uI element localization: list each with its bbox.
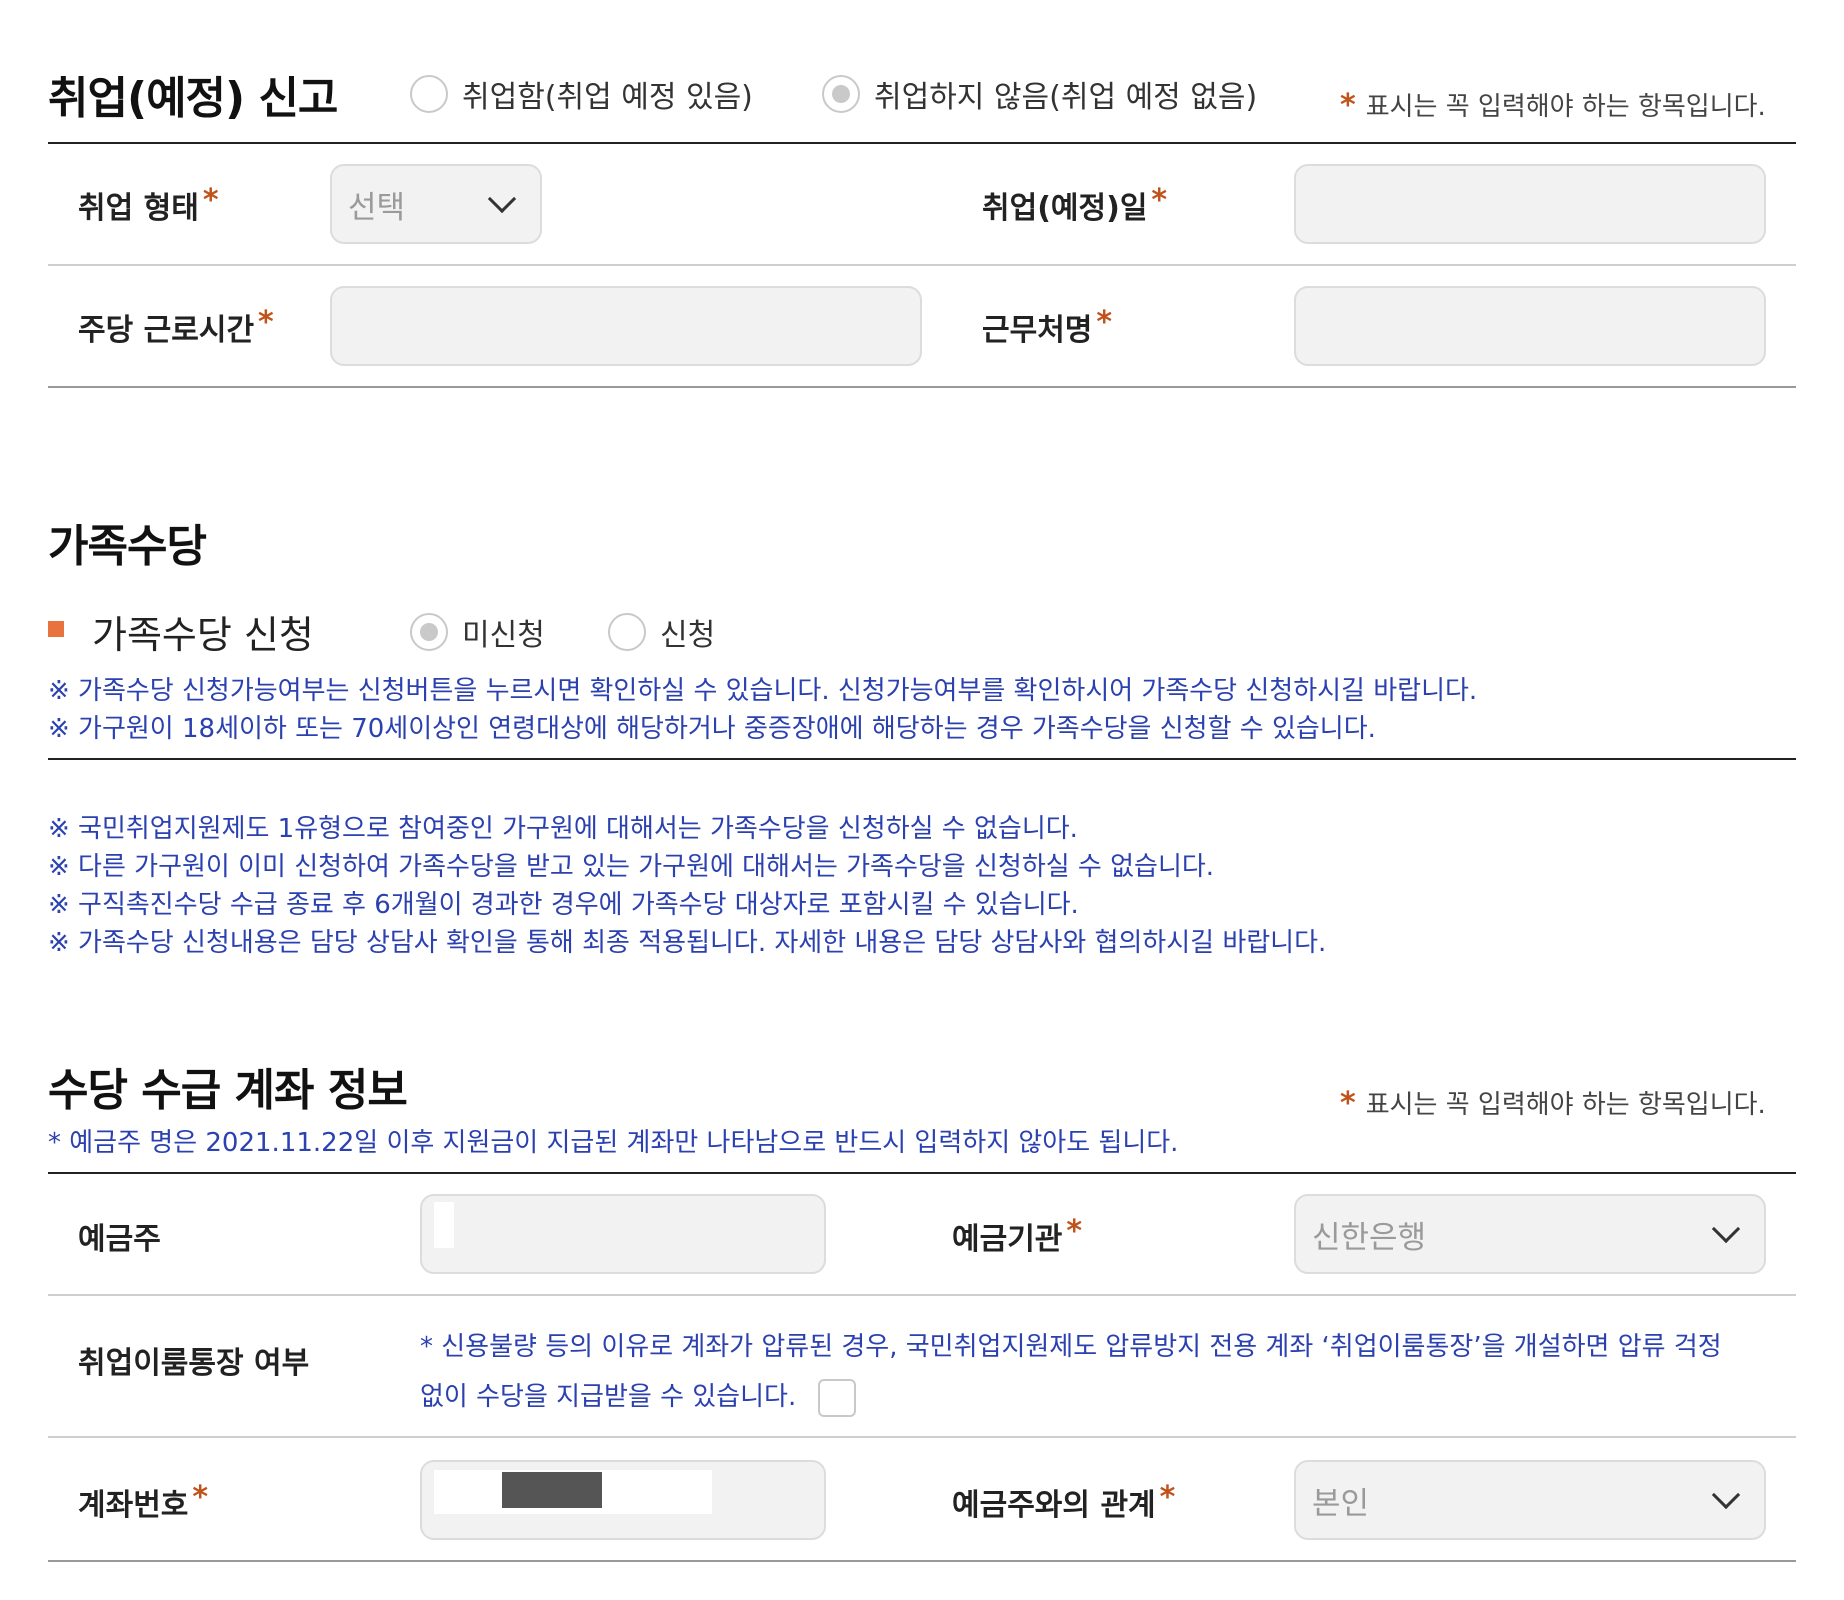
- radio-employed-circle[interactable]: [410, 75, 448, 113]
- divider: [48, 1172, 1796, 1174]
- employment-section-title: 취업(예정) 신고: [48, 73, 338, 124]
- required-star-icon: *: [192, 1480, 209, 1515]
- chevron-down-icon: [487, 184, 517, 214]
- holder-label: 예금주: [78, 1222, 161, 1257]
- account-number-label-text: 계좌번호: [78, 1488, 189, 1523]
- family-note-2: ※ 가구원이 18세이하 또는 70세이상인 연령대상에 해당하거나 중증장애에…: [48, 714, 1376, 744]
- required-note: * 표시는 꼭 입력해야 하는 항목입니다.: [1340, 1084, 1766, 1121]
- required-star-icon: *: [1066, 1214, 1083, 1249]
- chevron-down-icon: [1711, 1480, 1741, 1510]
- required-star-icon: *: [1159, 1480, 1176, 1515]
- required-star-icon: *: [1151, 183, 1168, 218]
- radio-family-applied[interactable]: 신청: [608, 610, 715, 654]
- workplace-label-text: 근무처명: [982, 313, 1093, 348]
- required-star-icon: *: [258, 305, 274, 340]
- required-note: * 표시는 꼭 입력해야 하는 항목입니다.: [1340, 86, 1766, 123]
- divider: [48, 142, 1796, 144]
- holder-input[interactable]: [420, 1194, 826, 1274]
- radio-family-applied-circle[interactable]: [608, 613, 646, 651]
- radio-family-not-applied-label: 미신청: [462, 618, 545, 653]
- bank-label: 예금기관 *: [952, 1214, 1082, 1258]
- required-note-text: 표시는 꼭 입력해야 하는 항목입니다.: [1365, 92, 1766, 122]
- relation-label-text: 예금주와의 관계: [952, 1488, 1156, 1523]
- employment-type-value: 선택: [348, 189, 406, 226]
- divider: [48, 264, 1796, 266]
- job-account-label: 취업이룸통장 여부: [78, 1346, 310, 1381]
- bullet-square-icon: [48, 621, 64, 637]
- divider: [48, 1436, 1796, 1438]
- family-note-5: ※ 구직촉진수당 수급 종료 후 6개월이 경과한 경우에 가족수당 대상자로 …: [48, 890, 1079, 920]
- required-star-icon: *: [1340, 1086, 1356, 1121]
- bank-select[interactable]: 신한은행: [1294, 1194, 1766, 1274]
- masked-text: [434, 1202, 454, 1248]
- required-star-icon: *: [1096, 305, 1113, 340]
- radio-family-applied-label: 신청: [660, 618, 716, 653]
- radio-not-employed[interactable]: 취업하지 않음(취업 예정 없음): [822, 72, 1257, 116]
- relation-label: 예금주와의 관계 *: [952, 1480, 1175, 1524]
- employment-type-label: 취업 형태 *: [78, 183, 219, 227]
- employment-type-select[interactable]: 선택: [330, 164, 542, 244]
- family-apply-subtitle: 가족수당 신청: [92, 613, 314, 657]
- divider: [48, 1294, 1796, 1296]
- radio-employed[interactable]: 취업함(취업 예정 있음): [410, 72, 753, 116]
- family-note-6: ※ 가족수당 신청내용은 담당 상담사 확인을 통해 최종 적용됩니다. 자세한…: [48, 928, 1327, 958]
- relation-value: 본인: [1312, 1485, 1370, 1522]
- workplace-label: 근무처명 *: [982, 305, 1112, 349]
- workplace-input[interactable]: [1294, 286, 1766, 366]
- employment-date-label-text: 취업(예정)일: [982, 191, 1148, 226]
- divider: [48, 758, 1796, 760]
- required-note-text: 표시는 꼭 입력해야 하는 항목입니다.: [1365, 1090, 1766, 1120]
- radio-not-employed-circle[interactable]: [822, 75, 860, 113]
- radio-not-employed-label: 취업하지 않음(취업 예정 없음): [874, 80, 1258, 115]
- required-star-icon: *: [202, 183, 219, 218]
- divider: [48, 386, 1796, 388]
- account-number-label: 계좌번호 *: [78, 1480, 208, 1524]
- family-note-1: ※ 가족수당 신청가능여부는 신청버튼을 누르시면 확인하실 수 있습니다. 신…: [48, 676, 1478, 706]
- job-account-checkbox[interactable]: [818, 1378, 857, 1417]
- family-note-3: ※ 국민취업지원제도 1유형으로 참여중인 가구원에 대해서는 가족수당을 신청…: [48, 814, 1078, 844]
- bank-value: 신한은행: [1312, 1219, 1427, 1256]
- employment-type-label-text: 취업 형태: [78, 191, 199, 226]
- weekly-hours-input[interactable]: [330, 286, 922, 366]
- relation-select[interactable]: 본인: [1294, 1460, 1766, 1540]
- chevron-down-icon: [1711, 1214, 1741, 1244]
- radio-employed-label: 취업함(취업 예정 있음): [462, 80, 753, 115]
- weekly-hours-label-text: 주당 근로시간: [78, 313, 255, 348]
- account-section-title: 수당 수급 계좌 정보: [48, 1065, 408, 1116]
- weekly-hours-label: 주당 근로시간 *: [78, 305, 274, 349]
- holder-note: * 예금주 명은 2021.11.22일 이후 지원금이 지급된 계좌만 나타남…: [48, 1128, 1179, 1158]
- family-note-4: ※ 다른 가구원이 이미 신청하여 가족수당을 받고 있는 가구원에 대해서는 …: [48, 852, 1215, 882]
- employment-date-label: 취업(예정)일 *: [982, 183, 1167, 227]
- radio-family-not-applied[interactable]: 미신청: [410, 610, 545, 654]
- bank-label-text: 예금기관: [952, 1222, 1063, 1257]
- employment-date-input[interactable]: [1294, 164, 1766, 244]
- family-section-title: 가족수당: [48, 521, 207, 572]
- masked-text: [502, 1472, 602, 1508]
- radio-family-not-applied-circle[interactable]: [410, 613, 448, 651]
- job-account-note: * 신용불량 등의 이유로 계좌가 압류된 경우, 국민취업지원제도 압류방지 …: [420, 1322, 1750, 1422]
- job-account-note-text: * 신용불량 등의 이유로 계좌가 압류된 경우, 국민취업지원제도 압류방지 …: [420, 1332, 1722, 1412]
- required-star-icon: *: [1340, 88, 1356, 123]
- divider: [48, 1560, 1796, 1562]
